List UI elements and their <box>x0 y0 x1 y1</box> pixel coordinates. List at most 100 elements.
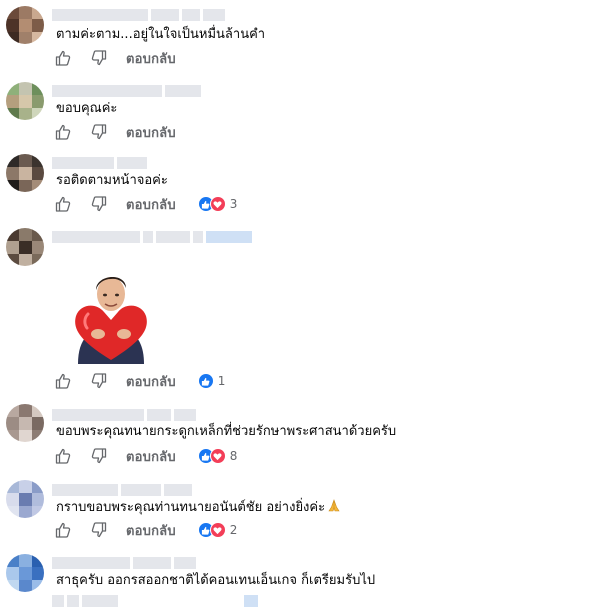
reaction-count: 1 <box>217 374 226 388</box>
avatar[interactable] <box>6 6 44 44</box>
avatar-pixel <box>6 480 19 493</box>
reply-button[interactable]: ตอบกลับ <box>126 48 176 69</box>
avatar-pixel <box>32 167 44 180</box>
avatar-pixel <box>32 417 44 430</box>
avatar-pixel <box>32 480 44 493</box>
thumbs-down-icon[interactable] <box>90 447 108 465</box>
reply-button[interactable]: ตอบกลับ <box>126 520 176 541</box>
thumbs-up-icon[interactable] <box>54 123 72 141</box>
reply-button[interactable]: ตอบกลับ <box>126 122 176 143</box>
avatar-pixel <box>32 82 44 95</box>
avatar-pixel <box>32 154 44 167</box>
thumbs-up-icon[interactable] <box>54 195 72 213</box>
avatar-pixel <box>19 82 32 95</box>
avatar-pixel <box>19 108 32 120</box>
avatar-pixel <box>32 241 44 254</box>
comment-actions: ตอบกลับ <box>54 48 198 68</box>
like-reaction-icon <box>197 373 214 389</box>
thumbs-up-icon[interactable] <box>54 372 72 390</box>
avatar-pixel <box>19 32 32 44</box>
avatar-pixel <box>19 19 32 32</box>
avatar[interactable] <box>6 480 44 518</box>
love-reaction-icon <box>209 196 226 212</box>
thumbs-up-icon[interactable] <box>54 447 72 465</box>
avatar-pixel <box>19 180 32 192</box>
avatar[interactable] <box>6 154 44 192</box>
reply-button[interactable]: ตอบกลับ <box>126 371 176 392</box>
avatar-pixel <box>32 254 44 266</box>
thumbs-up-icon[interactable] <box>54 49 72 67</box>
man-hugging-heart-sticker[interactable] <box>68 264 154 364</box>
reply-button[interactable]: ตอบกลับ <box>126 446 176 467</box>
comment-text-content: กราบขอบพระคุณท่านทนายอนันต์ชัย อย่างยิ่ง… <box>56 500 326 515</box>
comment-actions: ตอบกลับ 1 <box>54 371 225 391</box>
commenter-name-blurred[interactable] <box>52 156 147 170</box>
avatar[interactable] <box>6 404 44 442</box>
thumbs-up-icon[interactable] <box>54 521 72 539</box>
avatar-pixel <box>6 32 19 44</box>
avatar-pixel <box>6 228 19 241</box>
avatar-pixel <box>32 567 44 580</box>
commenter-name-blurred[interactable] <box>52 230 252 244</box>
love-reaction-icon <box>209 522 226 538</box>
collapsed-actions-blurred <box>52 594 258 608</box>
avatar-pixel <box>32 6 44 19</box>
avatar-pixel <box>19 506 32 518</box>
avatar-pixel <box>6 580 19 592</box>
avatar-pixel <box>32 95 44 108</box>
avatar-pixel <box>19 95 32 108</box>
comment-text: กราบขอบพระคุณท่านทนายอนันต์ชัย อย่างยิ่ง… <box>56 499 341 517</box>
commenter-name-blurred[interactable] <box>52 8 225 22</box>
avatar-pixel <box>6 6 19 19</box>
avatar-pixel <box>6 254 19 266</box>
reaction-summary[interactable]: 2 <box>197 522 238 538</box>
avatar-pixel <box>19 404 32 417</box>
comment-actions: ตอบกลับ 3 <box>54 194 237 214</box>
avatar-pixel <box>32 430 44 442</box>
thumbs-down-icon[interactable] <box>90 521 108 539</box>
thumbs-down-icon[interactable] <box>90 123 108 141</box>
avatar-pixel <box>19 417 32 430</box>
comment-text: ตามค่ะตาม...อยู่ในใจเป็นหมื่นล้านคำ <box>56 27 266 42</box>
thumbs-down-icon[interactable] <box>90 195 108 213</box>
avatar-pixel <box>32 506 44 518</box>
comment-text: สาธุครับ ออกรสออกชาติได้คอนเทนเอ็นเกจ ก็… <box>56 573 376 588</box>
thumbs-down-icon[interactable] <box>90 49 108 67</box>
avatar-pixel <box>19 6 32 19</box>
avatar-pixel <box>32 228 44 241</box>
reply-button[interactable]: ตอบกลับ <box>126 194 176 215</box>
avatar[interactable] <box>6 228 44 266</box>
commenter-name-blurred[interactable] <box>52 556 196 570</box>
avatar-pixel <box>19 580 32 592</box>
avatar-pixel <box>19 228 32 241</box>
avatar-pixel <box>6 241 19 254</box>
avatar-pixel <box>6 493 19 506</box>
reaction-summary[interactable]: 1 <box>197 373 226 389</box>
comment-text: ขอบคุณค่ะ <box>56 101 118 116</box>
comment-text: ขอบพระคุณทนายกระดูกเหล็กที่ช่วยรักษาพระศ… <box>56 424 397 439</box>
comment-actions: ตอบกลับ 2 <box>54 520 237 540</box>
reaction-summary[interactable]: 3 <box>197 196 238 212</box>
reaction-count: 2 <box>229 523 238 537</box>
avatar-pixel <box>19 554 32 567</box>
avatar-pixel <box>19 480 32 493</box>
reaction-summary[interactable]: 8 <box>197 448 238 464</box>
folded-hands-emoji <box>327 499 341 513</box>
love-reaction-icon <box>209 448 226 464</box>
avatar-pixel <box>19 154 32 167</box>
avatar-pixel <box>6 108 19 120</box>
avatar-pixel <box>32 180 44 192</box>
reaction-count: 8 <box>229 449 238 463</box>
thumbs-down-icon[interactable] <box>90 372 108 390</box>
commenter-name-blurred[interactable] <box>52 408 196 422</box>
commenter-name-blurred[interactable] <box>52 84 201 98</box>
avatar-pixel <box>32 493 44 506</box>
avatar-pixel <box>32 404 44 417</box>
reaction-count: 3 <box>229 197 238 211</box>
commenter-name-blurred[interactable] <box>52 483 192 497</box>
avatar[interactable] <box>6 554 44 592</box>
avatar-pixel <box>6 167 19 180</box>
avatar[interactable] <box>6 82 44 120</box>
avatar-pixel <box>19 430 32 442</box>
comment-actions: ตอบกลับ <box>54 122 198 142</box>
